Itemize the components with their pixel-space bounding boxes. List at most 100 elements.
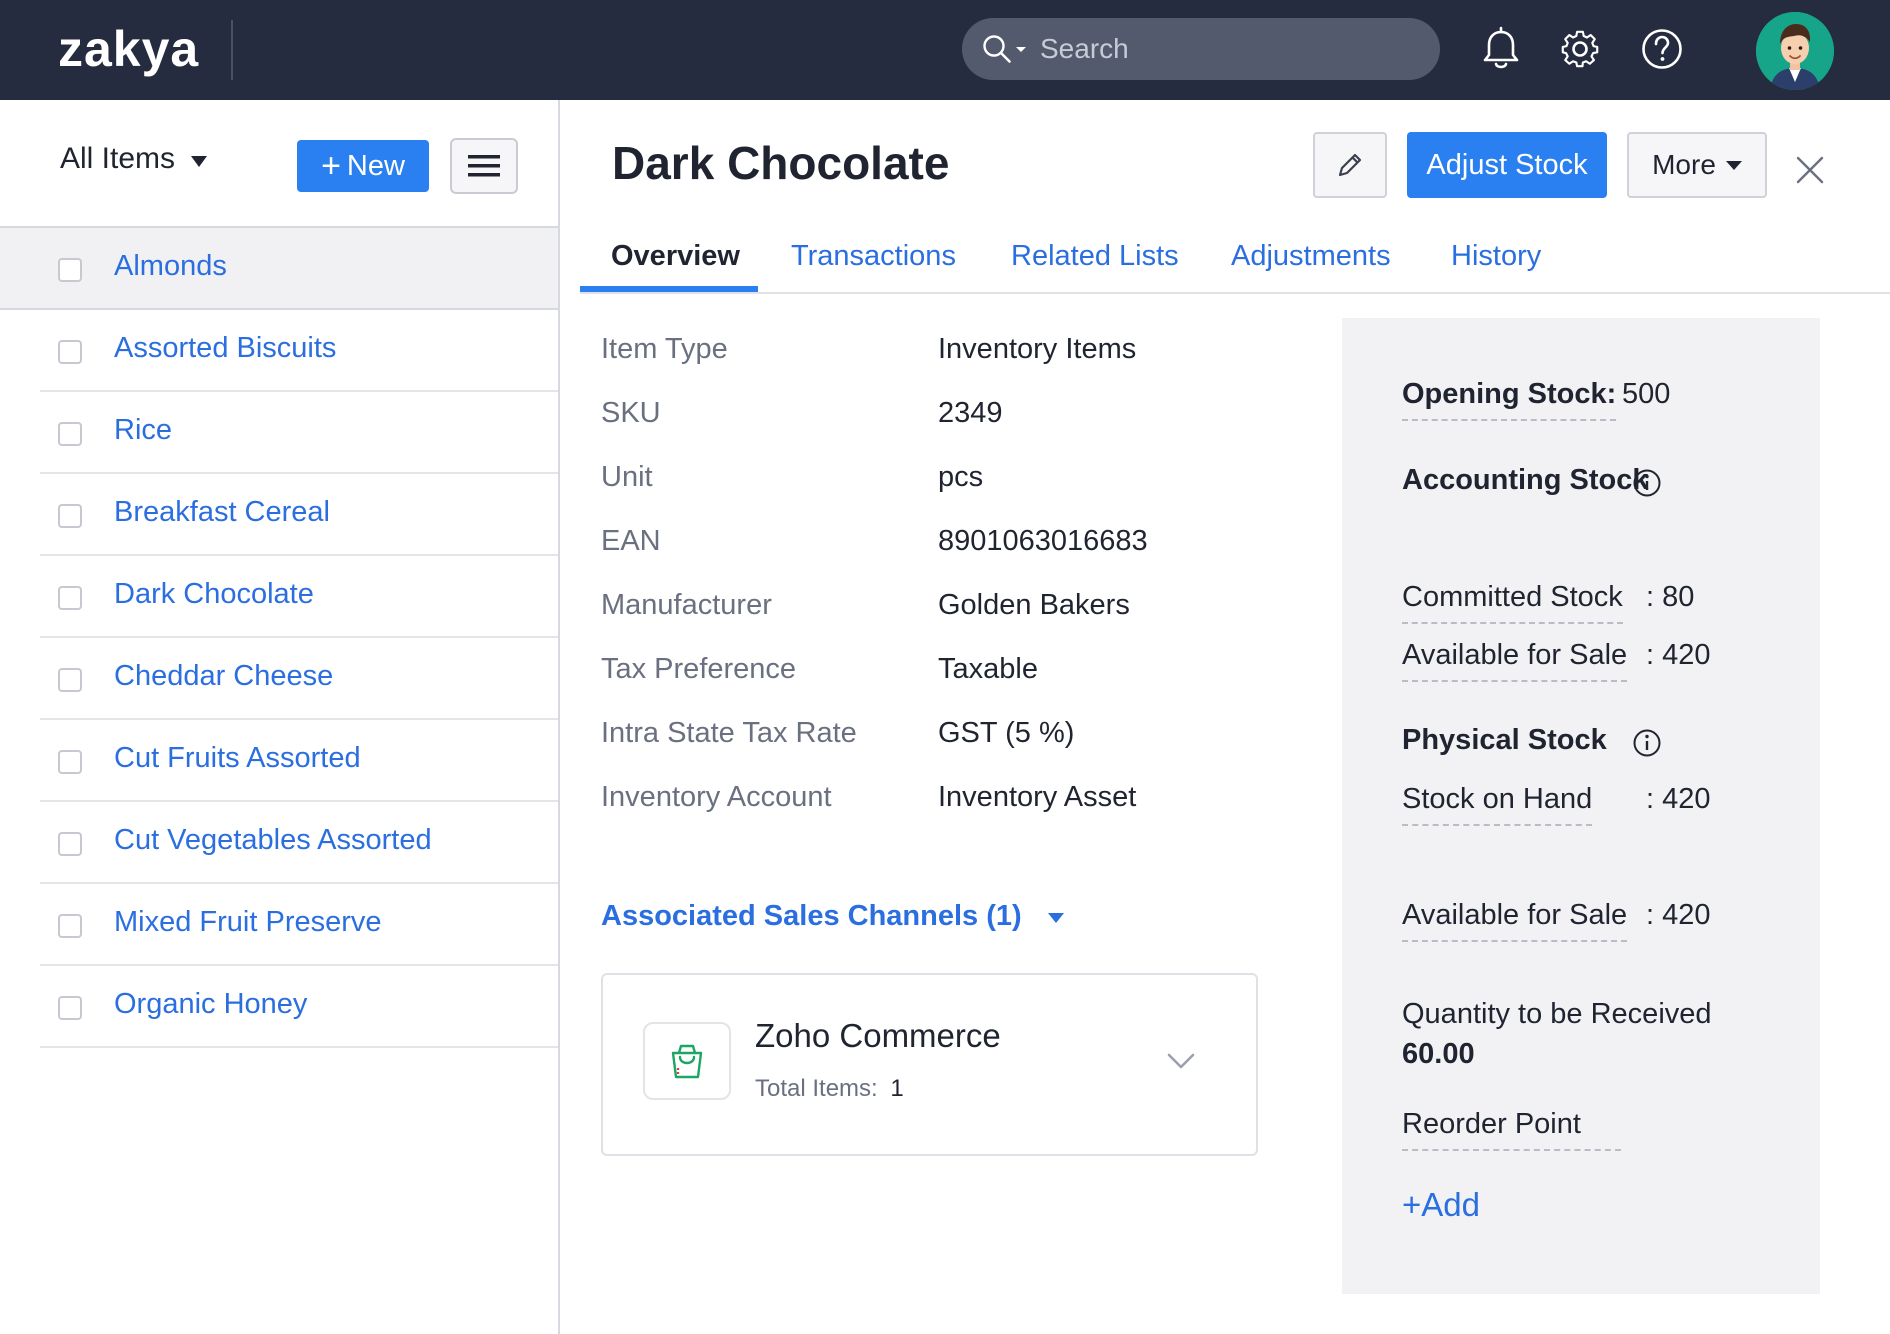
list-item-almonds[interactable]: Almonds (0, 228, 558, 310)
row-checkbox[interactable] (58, 668, 82, 692)
chevron-down-icon[interactable] (1165, 1047, 1197, 1073)
stock-on-hand-value: : 420 (1646, 783, 1711, 815)
sidebar-header: All Items + New (0, 100, 558, 228)
row-checkbox[interactable] (58, 504, 82, 528)
reorder-point-label: Reorder Point (1402, 1108, 1621, 1151)
tab-overview[interactable]: Overview (611, 240, 740, 273)
row-checkbox[interactable] (58, 258, 82, 282)
physical-stock-heading: Physical Stock (1402, 724, 1607, 756)
field-label: EAN (601, 525, 661, 557)
committed-stock-label: Committed Stock (1402, 581, 1623, 624)
field-value: Inventory Asset (938, 781, 1137, 813)
row-checkbox[interactable] (58, 914, 82, 938)
top-bar: zakya (0, 0, 1890, 100)
item-name-link[interactable]: Cut Fruits Assorted (114, 742, 361, 775)
hamburger-icon (468, 155, 500, 177)
search-icon[interactable] (982, 34, 1012, 64)
chevron-down-icon (1047, 912, 1064, 923)
pencil-icon (1338, 153, 1362, 177)
item-name-link[interactable]: Almonds (114, 250, 227, 283)
row-checkbox[interactable] (58, 340, 82, 364)
channel-name: Zoho Commerce (755, 1017, 1001, 1054)
close-icon[interactable] (1790, 150, 1830, 190)
list-item-rice[interactable]: Rice (40, 392, 558, 474)
stock-summary-panel: Opening Stock: 500 Accounting Stock Comm… (1342, 318, 1820, 1294)
field-value: GST (5 %) (938, 717, 1075, 749)
field-label: Tax Preference (601, 653, 797, 685)
item-name-link[interactable]: Breakfast Cereal (114, 496, 330, 529)
item-name-link[interactable]: Cheddar Cheese (114, 660, 333, 693)
search-scope-caret-icon[interactable] (1014, 42, 1028, 56)
item-name-link[interactable]: Dark Chocolate (114, 578, 314, 611)
opening-stock-label: Opening Stock: (1402, 378, 1617, 421)
items-sidebar: All Items + New Almonds Assorted Biscuit… (0, 100, 560, 1334)
more-button[interactable]: More (1627, 132, 1767, 198)
accounting-available-label: Available for Sale (1402, 639, 1628, 682)
channel-total-label: Total Items: (755, 1075, 878, 1102)
field-label: Inventory Account (601, 781, 832, 813)
field-label: Unit (601, 461, 653, 493)
item-name-link[interactable]: Organic Honey (114, 988, 307, 1021)
row-checkbox[interactable] (58, 422, 82, 446)
opening-stock-value: 500 (1622, 378, 1671, 410)
list-menu-button[interactable] (450, 138, 518, 194)
quantity-to-be-received-label: Quantity to be Received (1402, 998, 1712, 1030)
add-reorder-point-link[interactable]: +Add (1402, 1186, 1480, 1224)
list-item-mixed-fruit-preserve[interactable]: Mixed Fruit Preserve (40, 884, 558, 966)
active-tab-indicator (580, 286, 758, 292)
item-name-link[interactable]: Rice (114, 414, 172, 447)
item-name-link[interactable]: Mixed Fruit Preserve (114, 906, 382, 939)
row-checkbox[interactable] (58, 586, 82, 610)
list-item-organic-honey[interactable]: Organic Honey (40, 966, 558, 1048)
app-logo[interactable]: zakya (58, 14, 199, 84)
info-icon[interactable] (1632, 468, 1662, 498)
shopping-bag-icon (643, 1022, 731, 1100)
list-item-cut-vegetables-assorted[interactable]: Cut Vegetables Assorted (40, 802, 558, 884)
tab-history[interactable]: History (1451, 240, 1541, 273)
all-items-filter[interactable]: All Items (60, 142, 208, 176)
item-title: Dark Chocolate (612, 137, 950, 189)
list-item-dark-chocolate[interactable]: Dark Chocolate (40, 556, 558, 638)
list-item-breakfast-cereal[interactable]: Breakfast Cereal (40, 474, 558, 556)
field-value: Taxable (938, 653, 1038, 685)
row-checkbox[interactable] (58, 996, 82, 1020)
tab-adjustments[interactable]: Adjustments (1231, 240, 1391, 273)
user-portrait-icon (1756, 12, 1834, 90)
list-item-assorted-biscuits[interactable]: Assorted Biscuits (40, 310, 558, 392)
field-value: Golden Bakers (938, 589, 1130, 621)
row-checkbox[interactable] (58, 750, 82, 774)
more-button-label: More (1652, 149, 1716, 180)
quantity-to-be-received-value: 60.00 (1402, 1038, 1475, 1070)
edit-button[interactable] (1313, 132, 1387, 198)
new-item-button[interactable]: + New (297, 140, 429, 192)
accounting-stock-heading: Accounting Stock (1402, 464, 1649, 496)
list-item-cut-fruits-assorted[interactable]: Cut Fruits Assorted (40, 720, 558, 802)
user-avatar[interactable] (1756, 12, 1834, 90)
plus-icon: + (321, 147, 341, 185)
search-bar[interactable] (962, 18, 1440, 80)
gear-icon[interactable] (1558, 26, 1602, 72)
committed-stock-value: : 80 (1646, 581, 1695, 613)
field-label: SKU (601, 397, 661, 429)
physical-available-value: : 420 (1646, 899, 1711, 931)
field-value: 8901063016683 (938, 525, 1148, 557)
item-name-link[interactable]: Assorted Biscuits (114, 332, 336, 365)
tab-transactions[interactable]: Transactions (791, 240, 956, 273)
list-item-cheddar-cheese[interactable]: Cheddar Cheese (40, 638, 558, 720)
field-label: Manufacturer (601, 589, 772, 621)
all-items-label: All Items (60, 142, 176, 175)
new-button-label: New (346, 149, 405, 182)
bell-icon[interactable] (1479, 26, 1523, 72)
adjust-stock-button[interactable]: Adjust Stock (1407, 132, 1607, 198)
field-value: Inventory Items (938, 333, 1137, 365)
row-checkbox[interactable] (58, 832, 82, 856)
help-icon[interactable] (1640, 26, 1684, 72)
associated-sales-channels-toggle[interactable]: Associated Sales Channels (1) (601, 900, 1064, 933)
search-input[interactable] (1040, 33, 1400, 65)
tab-related-lists[interactable]: Related Lists (1011, 240, 1179, 273)
sales-channel-card[interactable]: Zoho Commerce Total Items: 1 (601, 973, 1258, 1156)
info-icon[interactable] (1632, 728, 1662, 758)
chevron-down-icon (1725, 160, 1742, 170)
item-name-link[interactable]: Cut Vegetables Assorted (114, 824, 432, 857)
field-label: Intra State Tax Rate (601, 717, 857, 749)
